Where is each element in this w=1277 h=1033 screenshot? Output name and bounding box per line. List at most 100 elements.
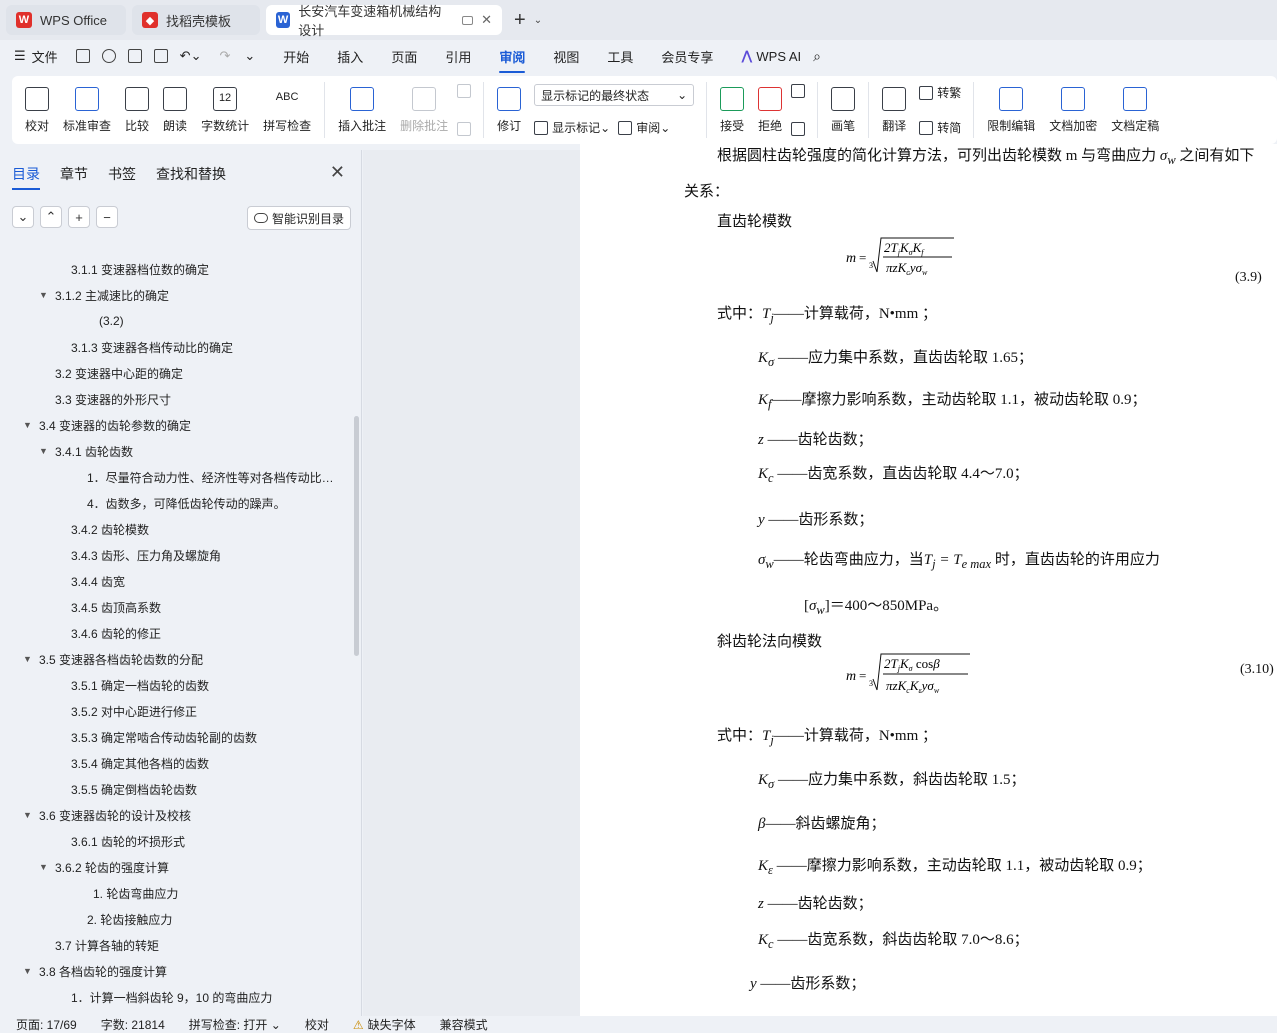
menu-references[interactable]: 引用 — [445, 47, 471, 66]
close-tab-icon[interactable]: ✕ — [481, 12, 492, 28]
collapse-up-icon[interactable]: ⌃ — [40, 206, 62, 228]
menu-membership[interactable]: 会员专享 — [661, 47, 713, 66]
menu-home[interactable]: 开始 — [283, 47, 309, 66]
toc-item[interactable]: ▼ 3.8 各档齿轮的强度计算 — [23, 958, 167, 984]
toc-item[interactable]: 3.1.3 变速器各档传动比的确定 — [71, 334, 233, 360]
expand-down-icon[interactable]: ⌄ — [12, 206, 34, 228]
tab-list-chevron-icon[interactable]: ⌄ — [534, 15, 542, 26]
previous-comment-icon[interactable] — [457, 84, 472, 98]
tab-template[interactable]: ◆ 找稻壳模板 — [132, 5, 260, 35]
expand-caret-icon[interactable]: ▼ — [23, 420, 33, 430]
insert-comment-button[interactable]: 插入批注 — [338, 86, 386, 134]
markup-chevron-icon[interactable]: ⌄ — [600, 121, 610, 135]
document-page[interactable]: 根据圆柱齿轮强度的简化计算方法，可列出齿轮模数 m 与弯曲应力 σw 之间有如下… — [580, 144, 1277, 1016]
missing-font-status[interactable]: ⚠ 缺失字体 — [353, 1016, 416, 1033]
menu-file[interactable]: 文件 — [32, 47, 58, 66]
tab-chapters[interactable]: 章节 — [60, 164, 88, 184]
next-comment-icon[interactable] — [457, 122, 472, 136]
tab-toc[interactable]: 目录 — [12, 164, 40, 190]
toc-item[interactable]: 3.4.6 齿轮的修正 — [71, 620, 161, 646]
toc-item[interactable]: 1. 轮齿弯曲应力 — [93, 880, 178, 906]
search-icon[interactable]: ⌕ — [813, 48, 821, 65]
spell-check-button[interactable]: ABC 拼写检查 — [263, 87, 311, 134]
toc-item[interactable]: 3.4.4 齿宽 — [71, 568, 125, 594]
monitor-icon[interactable] — [462, 15, 474, 25]
toc-item[interactable]: 1．计算一档斜齿轮 9，10 的弯曲应力 — [71, 984, 272, 1010]
redo-icon[interactable]: ↷ — [219, 48, 230, 64]
spell-check-status[interactable]: 拼写检查: 打开 ⌄ — [189, 1016, 281, 1033]
toc-item[interactable]: 3.5.5 确定倒档齿轮齿数 — [71, 776, 197, 802]
new-tab-icon[interactable]: + — [514, 9, 526, 32]
proofread-status[interactable]: 校对 — [305, 1016, 329, 1033]
expand-caret-icon[interactable]: ▼ — [39, 862, 49, 872]
toc-item[interactable]: 3.2 变速器中心距的确定 — [55, 360, 183, 386]
revise-button[interactable]: 修订 — [497, 86, 521, 134]
toc-item[interactable]: 3.4.3 齿形、压力角及螺旋角 — [71, 542, 221, 568]
toc-item[interactable]: 3.5.2 对中心距进行修正 — [71, 698, 197, 724]
expand-caret-icon[interactable]: ▼ — [39, 290, 49, 300]
finalize-button[interactable]: 文档定稿 — [1111, 86, 1159, 134]
read-aloud-button[interactable]: 朗读 — [163, 86, 187, 134]
display-state-select[interactable]: 显示标记的最终状态 ⌄ — [534, 84, 695, 106]
toc-item[interactable]: 3.5.4 确定其他各档的齿数 — [71, 750, 209, 776]
toc-item[interactable]: 2. 轮齿接触应力 — [87, 906, 172, 932]
pen-button[interactable]: 画笔 — [831, 86, 855, 134]
encrypt-button[interactable]: 文档加密 — [1049, 86, 1097, 134]
toc-item[interactable]: ▼ 3.1.2 主减速比的确定 — [39, 282, 169, 308]
toc-item[interactable]: 4．齿数多，可降低齿轮传动的躁声。 — [87, 490, 286, 516]
more-chevron-icon[interactable]: ⌄ — [244, 48, 255, 64]
toc-item[interactable]: ▼ 3.6 变速器齿轮的设计及校核 — [23, 802, 191, 828]
delete-comment-button[interactable]: 删除批注 — [400, 86, 448, 134]
review-pane-button[interactable]: 审阅 — [636, 119, 660, 136]
page-indicator[interactable]: 页面: 17/69 — [16, 1016, 77, 1033]
toc-item[interactable]: ▼ 3.5 变速器各档齿轮齿数的分配 — [23, 646, 203, 672]
tab-find-replace[interactable]: 查找和替换 — [156, 164, 226, 184]
accept-button[interactable]: 接受 — [720, 86, 744, 134]
review-chevron-icon[interactable]: ⌄ — [660, 121, 670, 135]
menu-wps-ai[interactable]: WPS AI — [756, 49, 801, 64]
restrict-edit-button[interactable]: 限制编辑 — [987, 86, 1035, 134]
to-traditional-button[interactable]: 转繁 — [919, 84, 961, 101]
menu-view[interactable]: 视图 — [553, 47, 579, 66]
undo-icon[interactable]: ↶⌄ — [180, 48, 202, 64]
word-count-button[interactable]: 12 字数统计 — [201, 86, 249, 134]
toc-item[interactable]: 3.4.5 齿顶高系数 — [71, 594, 161, 620]
tab-wps-office[interactable]: W WPS Office — [6, 5, 126, 35]
toc-item[interactable]: ▼ 3.4 变速器的齿轮参数的确定 — [23, 412, 191, 438]
toc-item[interactable]: 3.5.1 确定一档齿轮的齿数 — [71, 672, 209, 698]
translate-button[interactable]: 翻译 — [882, 86, 906, 134]
tab-bookmarks[interactable]: 书签 — [108, 164, 136, 184]
word-count-indicator[interactable]: 字数: 21814 — [101, 1016, 165, 1033]
compare-button[interactable]: 比较 — [125, 86, 149, 134]
print-icon[interactable] — [127, 49, 142, 63]
menu-tools[interactable]: 工具 — [607, 47, 633, 66]
print-preview-icon[interactable] — [153, 49, 168, 63]
toc-item[interactable]: 1．尽量符合动力性、经济性等对各档传动比… — [87, 464, 334, 490]
toc-item[interactable]: 3.5.3 确定常啮合传动齿轮副的齿数 — [71, 724, 257, 750]
menu-page[interactable]: 页面 — [391, 47, 417, 66]
smart-toc-button[interactable]: 智能识别目录 — [247, 206, 351, 230]
toc-item[interactable]: ▼ 3.6.2 轮齿的强度计算 — [39, 854, 169, 880]
tab-document[interactable]: W 长安汽车变速箱机械结构设计 ✕ — [266, 4, 502, 38]
menu-review[interactable]: 审阅 — [499, 47, 526, 73]
show-markup-button[interactable]: 显示标记 — [552, 119, 600, 136]
to-simplified-button[interactable]: 转简 — [919, 119, 961, 136]
next-change-icon[interactable] — [791, 122, 806, 136]
export-icon[interactable] — [101, 49, 116, 63]
remove-heading-icon[interactable]: − — [96, 206, 118, 228]
add-heading-icon[interactable]: + — [68, 206, 90, 228]
proofread-button[interactable]: 校对 — [25, 86, 49, 134]
close-nav-icon[interactable]: ✕ — [330, 162, 345, 183]
expand-caret-icon[interactable]: ▼ — [23, 654, 33, 664]
menu-insert[interactable]: 插入 — [337, 47, 363, 66]
previous-change-icon[interactable] — [791, 84, 806, 98]
hamburger-icon[interactable]: ☰ — [14, 48, 26, 64]
toc-item[interactable]: ▼ 3.4.1 齿轮齿数 — [39, 438, 133, 464]
toc-item[interactable]: 3.6.1 齿轮的坏损形式 — [71, 828, 185, 854]
expand-caret-icon[interactable]: ▼ — [23, 966, 33, 976]
reject-button[interactable]: 拒绝 — [758, 86, 782, 134]
nav-scrollbar[interactable] — [354, 416, 359, 656]
toc-item[interactable]: 3.7 计算各轴的转矩 — [55, 932, 159, 958]
expand-caret-icon[interactable]: ▼ — [39, 446, 49, 456]
save-icon[interactable] — [75, 49, 90, 63]
